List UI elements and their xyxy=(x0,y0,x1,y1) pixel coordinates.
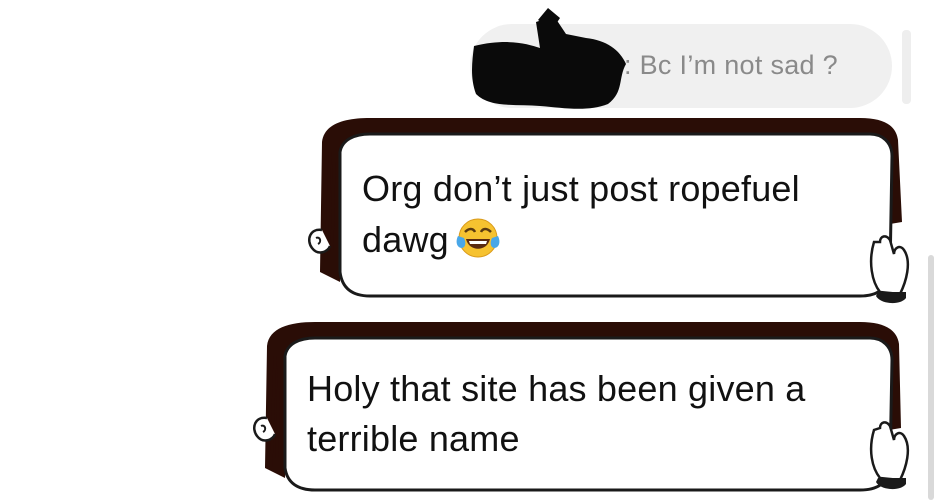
message-line: terrible name xyxy=(307,418,520,459)
message-bubble[interactable]: Org don’t just post ropefuel dawg xyxy=(300,112,920,317)
message-bubble[interactable]: Holy that site has been given a terrible… xyxy=(245,318,920,500)
reply-preview-text: : Bc I’m not sad ? xyxy=(624,50,838,80)
reply-scroll-indicator xyxy=(902,30,911,104)
message-line: dawg xyxy=(362,219,449,260)
message-text: Holy that site has been given a terrible… xyxy=(307,364,806,464)
message-line: Holy that site has been given a xyxy=(307,368,806,409)
face-with-tears-of-joy-icon xyxy=(456,218,500,258)
message-line: Org don’t just post ropefuel xyxy=(362,168,800,209)
reply-sender-initial: H xyxy=(510,50,530,80)
message-line-with-emoji: dawg xyxy=(362,214,800,265)
reply-preview-bubble[interactable]: H : Bc I’m not sad ? xyxy=(470,24,892,108)
scrollbar[interactable] xyxy=(928,255,934,500)
message-text: Org don’t just post ropefuel dawg xyxy=(362,164,800,265)
